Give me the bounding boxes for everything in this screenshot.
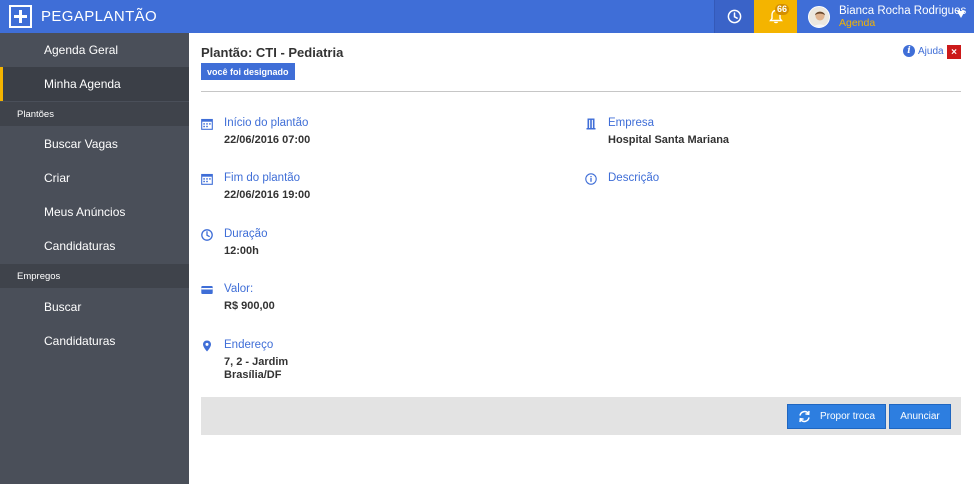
building-icon (586, 118, 596, 130)
user-menu[interactable]: Bianca Rocha Rodrigues Agenda (797, 0, 974, 33)
address-line-2: Brasília/DF (224, 369, 282, 381)
caret-down-icon[interactable] (957, 11, 965, 18)
sidebar-item-buscar-vagas[interactable]: Buscar Vagas (0, 127, 189, 161)
clock-icon (727, 9, 742, 24)
credit-card-icon (201, 286, 213, 294)
notifications-button[interactable]: 66 (754, 0, 797, 33)
sidebar: Agenda Geral Minha Agenda Plantões Busca… (0, 33, 189, 484)
propor-troca-button[interactable]: Propor troca (787, 404, 886, 429)
anunciar-button[interactable]: Anunciar (889, 404, 951, 429)
field-value: R$ 900,00 (224, 300, 275, 312)
swap-arrows-icon (799, 410, 810, 423)
history-button[interactable] (714, 0, 754, 33)
help-label: Ajuda (918, 45, 944, 57)
field-value: 7, 2 - Jardim Brasília/DF (224, 356, 288, 382)
divider (201, 91, 961, 92)
status-badge: você foi designado (201, 63, 295, 80)
calendar-icon (201, 173, 213, 185)
map-pin-icon (203, 340, 211, 352)
field-label: Empresa (608, 117, 655, 129)
sidebar-item-minha-agenda[interactable]: Minha Agenda (0, 67, 189, 101)
sidebar-item-candidaturas-plantoes[interactable]: Candidaturas (0, 229, 189, 263)
sidebar-section-empregos: Empregos (0, 264, 189, 288)
brand-logo[interactable]: PEGAPLANTÃO (9, 4, 158, 28)
field-label: Endereço (224, 339, 274, 351)
address-line-1: 7, 2 - Jardim (224, 356, 289, 368)
close-button[interactable]: × (947, 45, 961, 59)
sidebar-item-buscar[interactable]: Buscar (0, 290, 189, 324)
brand-name: PEGAPLANTÃO (41, 7, 158, 25)
sidebar-item-meus-anuncios[interactable]: Meus Anúncios (0, 195, 189, 229)
propor-troca-label: Propor troca (819, 411, 876, 422)
field-label: Fim do plantão (224, 172, 301, 184)
info-icon (585, 173, 597, 185)
top-bar: PEGAPLANTÃO 66 Bianca Rocha Rodrigues Ag… (0, 0, 974, 33)
field-value: 22/06/2016 07:00 (224, 134, 311, 146)
sidebar-item-agenda-geral[interactable]: Agenda Geral (0, 33, 189, 67)
field-label: Início do plantão (224, 117, 309, 129)
field-label: Valor: (224, 283, 254, 295)
user-role: Agenda (839, 16, 876, 29)
clock-icon (201, 229, 213, 241)
field-label: Descrição (608, 172, 660, 184)
plus-square-icon (9, 4, 32, 28)
action-bar: Propor troca Anunciar (201, 397, 961, 435)
sidebar-item-candidaturas-empregos[interactable]: Candidaturas (0, 324, 189, 358)
help-link[interactable]: i Ajuda (903, 45, 944, 57)
sidebar-item-criar[interactable]: Criar (0, 161, 189, 195)
field-value: 22/06/2016 19:00 (224, 189, 311, 201)
field-label: Duração (224, 228, 268, 240)
field-value: Hospital Santa Mariana (608, 134, 730, 146)
info-circle-icon: i (903, 45, 915, 57)
user-name: Bianca Rocha Rodrigues (839, 4, 967, 17)
main-panel: Plantão: CTI - Pediatria você foi design… (189, 33, 974, 484)
field-value: 12:00h (224, 245, 259, 257)
avatar (808, 5, 830, 28)
calendar-icon (201, 118, 213, 130)
notification-count-badge: 66 (775, 4, 790, 15)
sidebar-section-plantoes: Plantões (0, 102, 189, 126)
page-title: Plantão: CTI - Pediatria (201, 45, 344, 60)
